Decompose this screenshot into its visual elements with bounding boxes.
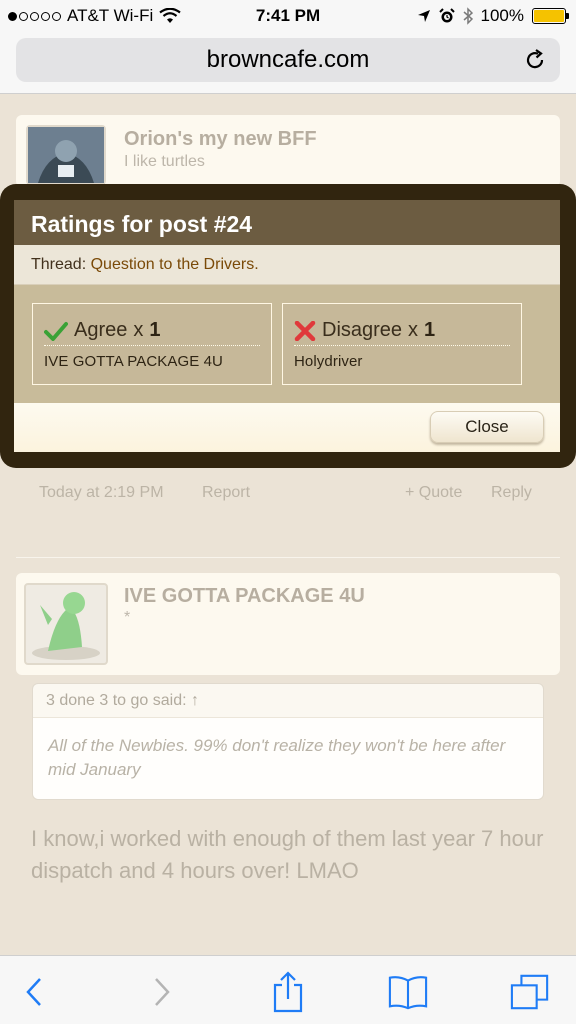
back-button[interactable]: [14, 972, 54, 1012]
address-bar[interactable]: browncafe.com: [16, 38, 560, 82]
post-user-title: *: [124, 609, 131, 626]
reply-link[interactable]: Reply: [491, 484, 532, 502]
alarm-icon: [438, 8, 455, 23]
rating-label: Agree: [74, 319, 128, 341]
tabs-icon: [510, 974, 549, 1010]
rating-count: 1: [149, 319, 161, 341]
rating-times: x: [133, 319, 144, 341]
report-link[interactable]: Report: [202, 484, 250, 502]
reload-icon[interactable]: [522, 47, 548, 73]
browser-toolbar: [0, 955, 576, 1024]
thread-label: Thread:: [31, 256, 87, 273]
ratings-list: Agree x 1 IVE GOTTA PACKAGE 4U Disagree …: [14, 285, 560, 403]
post-header-card-bottom: IVE GOTTA PACKAGE 4U *: [16, 573, 560, 675]
share-icon: [273, 971, 303, 1013]
rating-agree: Agree x 1 IVE GOTTA PACKAGE 4U: [32, 303, 272, 385]
bookmarks-button[interactable]: [388, 972, 428, 1012]
status-right: 100%: [417, 6, 569, 26]
back-icon: [26, 978, 41, 1006]
browser-address-area: browncafe.com: [0, 32, 576, 94]
dialog-footer: Close: [14, 403, 560, 452]
bookmarks-icon: [388, 976, 428, 1010]
share-button[interactable]: [268, 971, 308, 1013]
quote-block: 3 done 3 to go said: ↑ All of the Newbie…: [32, 683, 544, 800]
avatar-image: [32, 592, 100, 660]
rating-disagree: Disagree x 1 Holydriver: [282, 303, 522, 385]
tabs-button[interactable]: [510, 972, 550, 1012]
quote-attribution[interactable]: 3 done 3 to go said: ↑: [46, 692, 199, 710]
battery-percent: 100%: [480, 6, 524, 25]
post-header-card-top: Orion's my new BFF I like turtles: [16, 115, 560, 187]
post-timestamp[interactable]: Today at 2:19 PM: [39, 484, 164, 502]
forward-icon: [155, 978, 170, 1006]
forward-button[interactable]: [142, 972, 182, 1012]
post-user-title: I like turtles: [124, 153, 205, 170]
x-icon: [294, 320, 316, 341]
quote-text: All of the Newbies. 99% don't realize th…: [33, 717, 543, 799]
post-divider: [16, 557, 560, 558]
url-text: browncafe.com: [206, 46, 370, 73]
status-bar: AT&T Wi-Fi 7:41 PM 100%: [0, 0, 576, 32]
battery-icon: [532, 8, 569, 24]
rating-count: 1: [424, 319, 436, 341]
quote-link[interactable]: + Quote: [405, 484, 462, 502]
dialog-title: Ratings for post #24: [14, 200, 560, 245]
rating-title: Disagree x 1: [294, 316, 510, 346]
close-button[interactable]: Close: [430, 411, 544, 443]
thread-link[interactable]: Question to the Drivers.: [91, 256, 259, 273]
post-username[interactable]: Orion's my new BFF: [124, 128, 317, 151]
bluetooth-icon: [463, 7, 473, 25]
ratings-dialog: Ratings for post #24 Thread: Question to…: [14, 200, 560, 452]
rating-label: Disagree: [322, 319, 403, 341]
rating-title: Agree x 1: [44, 316, 260, 346]
thread-line: Thread: Question to the Drivers.: [14, 245, 560, 285]
location-arrow-icon: [417, 10, 430, 22]
rating-times: x: [408, 319, 419, 341]
ratings-overlay: Ratings for post #24 Thread: Question to…: [0, 184, 576, 468]
check-icon: [44, 321, 68, 341]
rating-user[interactable]: Holydriver: [294, 346, 510, 370]
post-username[interactable]: IVE GOTTA PACKAGE 4U: [124, 585, 365, 608]
avatar[interactable]: [26, 125, 106, 185]
rating-user[interactable]: IVE GOTTA PACKAGE 4U: [44, 346, 260, 370]
avatar-image: [28, 127, 104, 183]
avatar[interactable]: [24, 583, 108, 665]
post-message: I know,i worked with enough of them last…: [31, 826, 544, 883]
